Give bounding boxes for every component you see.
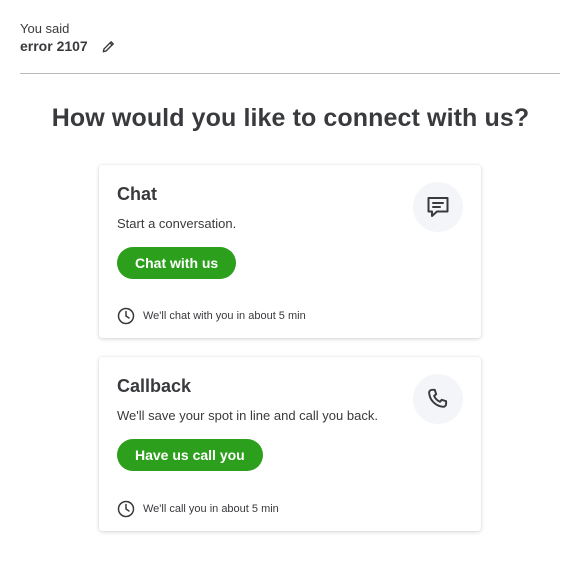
chat-bubble-icon	[413, 182, 463, 232]
clock-icon	[117, 307, 135, 325]
divider	[20, 73, 560, 74]
callback-wait-time: We'll call you in about 5 min	[117, 500, 279, 518]
page-title: How would you like to connect with us?	[51, 104, 530, 132]
chat-option-card: Chat Start a conversation. Chat with us …	[99, 165, 481, 338]
callback-card-description: We'll save your spot in line and call yo…	[117, 408, 378, 423]
chat-wait-time: We'll chat with you in about 5 min	[117, 307, 306, 325]
clock-icon	[117, 500, 135, 518]
callback-option-card: Callback We'll save your spot in line an…	[99, 357, 481, 531]
query-row: error 2107	[20, 38, 117, 54]
chat-with-us-button[interactable]: Chat with us	[117, 247, 237, 279]
callback-card-title: Callback	[117, 376, 192, 396]
chat-card-description: Start a conversation.	[117, 216, 237, 231]
phone-icon	[413, 374, 463, 424]
query-text: error 2107	[20, 38, 88, 54]
callback-wait-text: We'll call you in about 5 min	[143, 503, 279, 515]
you-said-label: You said	[20, 21, 70, 36]
have-us-call-you-button[interactable]: Have us call you	[117, 439, 263, 471]
chat-wait-text: We'll chat with you in about 5 min	[143, 310, 306, 322]
chat-card-title: Chat	[117, 184, 157, 204]
pencil-icon[interactable]	[101, 38, 117, 54]
